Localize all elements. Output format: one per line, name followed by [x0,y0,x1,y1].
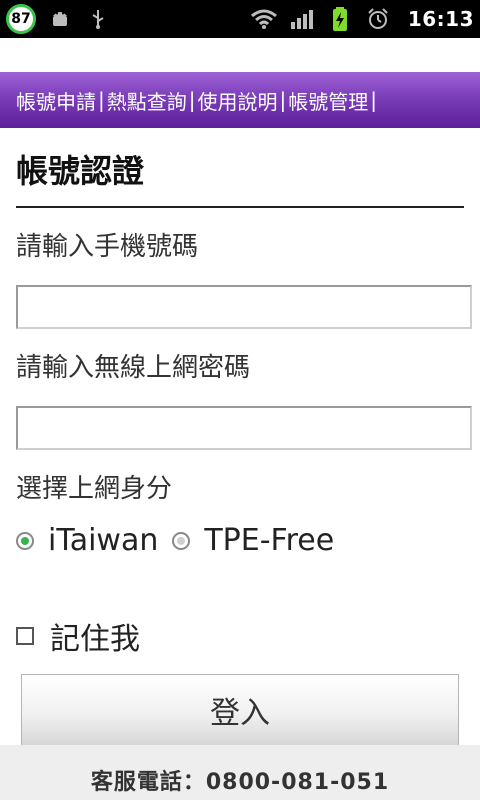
password-input[interactable] [16,406,472,450]
nav-separator: | [98,88,105,112]
battery-percent-badge: 87 [6,4,36,34]
nav-link-hotspot-search[interactable]: 熱點查詢 [107,86,187,115]
status-right: 16:13 [250,0,474,38]
footer: 客服電話：0800-081-051 [0,745,480,800]
password-label: 請輸入無線上網密碼 [16,353,251,383]
nav-separator: | [279,88,287,112]
nav-link-help[interactable]: 使用說明 [198,86,278,115]
signal-icon [288,5,316,33]
radio-tpe-free[interactable] [172,531,191,550]
battery-charging-icon [326,5,354,33]
radio-unselected-dot [177,536,186,545]
alarm-icon [364,5,392,33]
remember-me-label[interactable]: 記住我 [50,614,140,658]
radio-selected-dot [21,536,29,545]
remember-me-row: 記住我 [16,614,464,658]
wifi-icon [250,5,278,33]
radio-label-tpe-free[interactable]: TPE-Free [204,523,334,558]
phone-label: 請輸入手機號碼 [16,232,199,262]
main-content: 帳號認證 請輸入手機號碼 請輸入無線上網密碼 選擇上網身分 iTaiwan TP… [0,128,480,746]
radio-label-itaiwan[interactable]: iTaiwan [48,523,158,558]
login-button[interactable]: 登入 [21,674,459,746]
status-left: 87 [6,0,250,38]
radio-itaiwan[interactable] [16,531,34,550]
phone-input[interactable] [16,285,472,329]
identity-label: 選擇上網身分 [16,474,173,504]
page-title: 帳號認證 [16,152,145,190]
nav-separator: | [188,88,196,112]
android-debug-icon [46,5,74,33]
usb-icon [84,5,112,33]
clock: 16:13 [407,7,474,31]
status-bar: 87 16:13 [0,0,480,38]
support-phone-text: 客服電話：0800-081-051 [90,770,390,795]
nav-separator: | [370,88,377,112]
top-nav: 帳號申請 | 熱點查詢 | 使用說明 | 帳號管理 | [0,72,480,128]
identity-radio-group: iTaiwan TPE-Free [16,523,464,558]
remember-me-checkbox[interactable] [16,627,34,645]
title-divider [16,206,464,208]
nav-link-account-apply[interactable]: 帳號申請 [16,86,96,115]
nav-link-account-manage[interactable]: 帳號管理 [288,86,368,115]
